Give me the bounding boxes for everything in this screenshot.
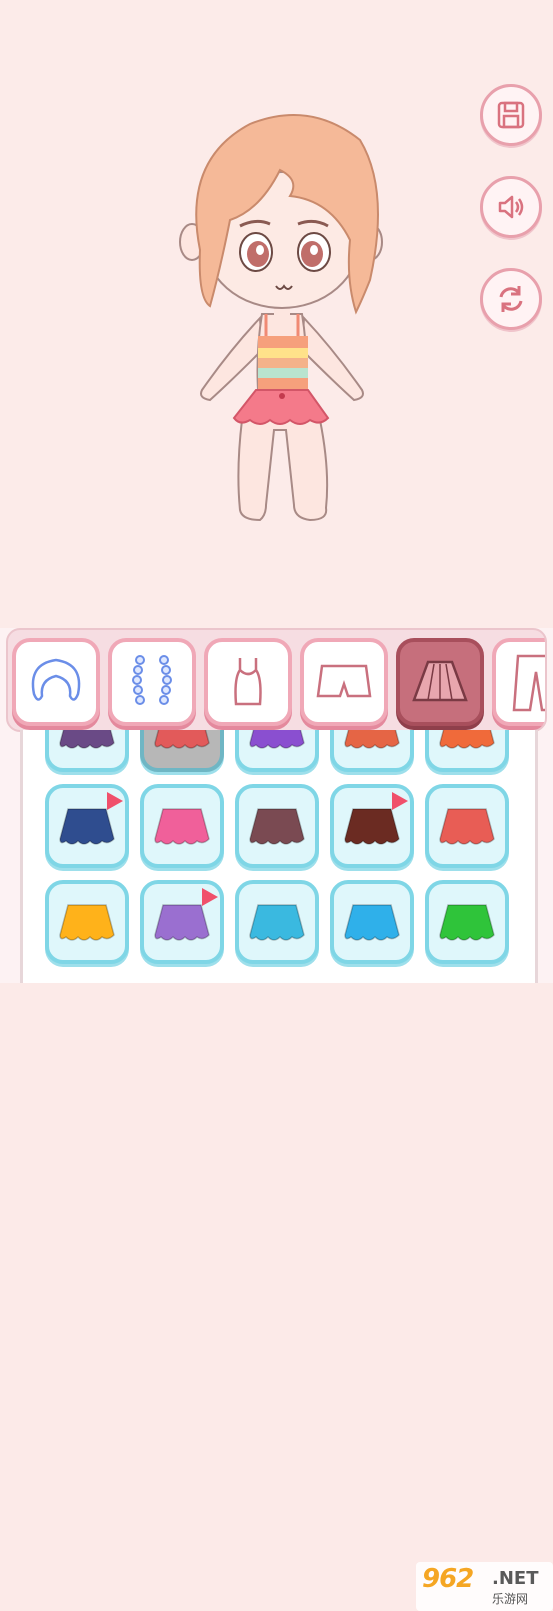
category-shorts[interactable] — [300, 638, 388, 726]
skirt-item[interactable] — [425, 784, 509, 868]
skirt-item[interactable] — [140, 880, 224, 964]
new-flag-icon — [392, 792, 408, 810]
category-skirt[interactable] — [396, 638, 484, 726]
skirt-item[interactable] — [425, 880, 509, 964]
shorts-icon — [316, 664, 372, 698]
category-pants[interactable] — [492, 638, 545, 726]
refresh-icon — [499, 286, 523, 312]
skirt-icon — [439, 730, 495, 749]
watermark-logo: 962 — [422, 1564, 474, 1594]
skirt-icon — [59, 730, 115, 749]
skirt-icon — [344, 730, 400, 749]
skirt-icon — [249, 808, 305, 845]
skirt-item[interactable] — [45, 730, 129, 772]
dressup-stage — [0, 0, 553, 630]
skirt-item[interactable] — [235, 730, 319, 772]
category-hair[interactable] — [12, 638, 100, 726]
item-grid[interactable] — [20, 730, 538, 983]
doll-legs — [237, 419, 329, 522]
skirt-item[interactable] — [330, 784, 414, 868]
skirt-icon — [154, 730, 210, 749]
category-accessory[interactable] — [108, 638, 196, 726]
skirt-item[interactable] — [45, 880, 129, 964]
skirt-icon — [344, 904, 400, 941]
skirt-item[interactable] — [45, 784, 129, 868]
new-flag-icon — [202, 888, 218, 906]
save-button[interactable] — [480, 84, 542, 146]
skirt-icon — [412, 660, 468, 702]
category-bar[interactable] — [6, 628, 547, 732]
watermark-sub: 乐游网 — [492, 1592, 529, 1606]
hair-icon — [31, 658, 81, 701]
skirt-item[interactable] — [235, 784, 319, 868]
watermark: 962 .NET 乐游网 — [416, 1562, 553, 1611]
bead-necklace-icon — [132, 655, 172, 705]
skirt-item[interactable] — [235, 880, 319, 964]
refresh-button[interactable] — [480, 268, 542, 330]
skirt-icon — [439, 808, 495, 845]
pants-icon — [512, 654, 545, 712]
new-flag-icon — [107, 792, 123, 810]
skirt-icon — [59, 904, 115, 941]
skirt-icon — [439, 904, 495, 941]
tank-top-icon — [234, 658, 262, 706]
speaker-icon — [498, 195, 524, 219]
wardrobe-panel: 962 .NET 乐游网 — [0, 628, 553, 1611]
skirt-item[interactable] — [140, 730, 224, 772]
skirt-icon — [249, 904, 305, 941]
skirt-item[interactable] — [330, 730, 414, 772]
skirt-item[interactable] — [425, 730, 509, 772]
sound-button[interactable] — [480, 176, 542, 238]
doll-character — [179, 114, 383, 522]
floppy-disk-icon — [497, 101, 525, 129]
doll-arms — [200, 315, 264, 402]
skirt-icon — [249, 730, 305, 749]
skirt-icon — [154, 808, 210, 845]
category-top[interactable] — [204, 638, 292, 726]
skirt-item[interactable] — [330, 880, 414, 964]
watermark-net: .NET — [492, 1568, 539, 1589]
skirt-item[interactable] — [140, 784, 224, 868]
